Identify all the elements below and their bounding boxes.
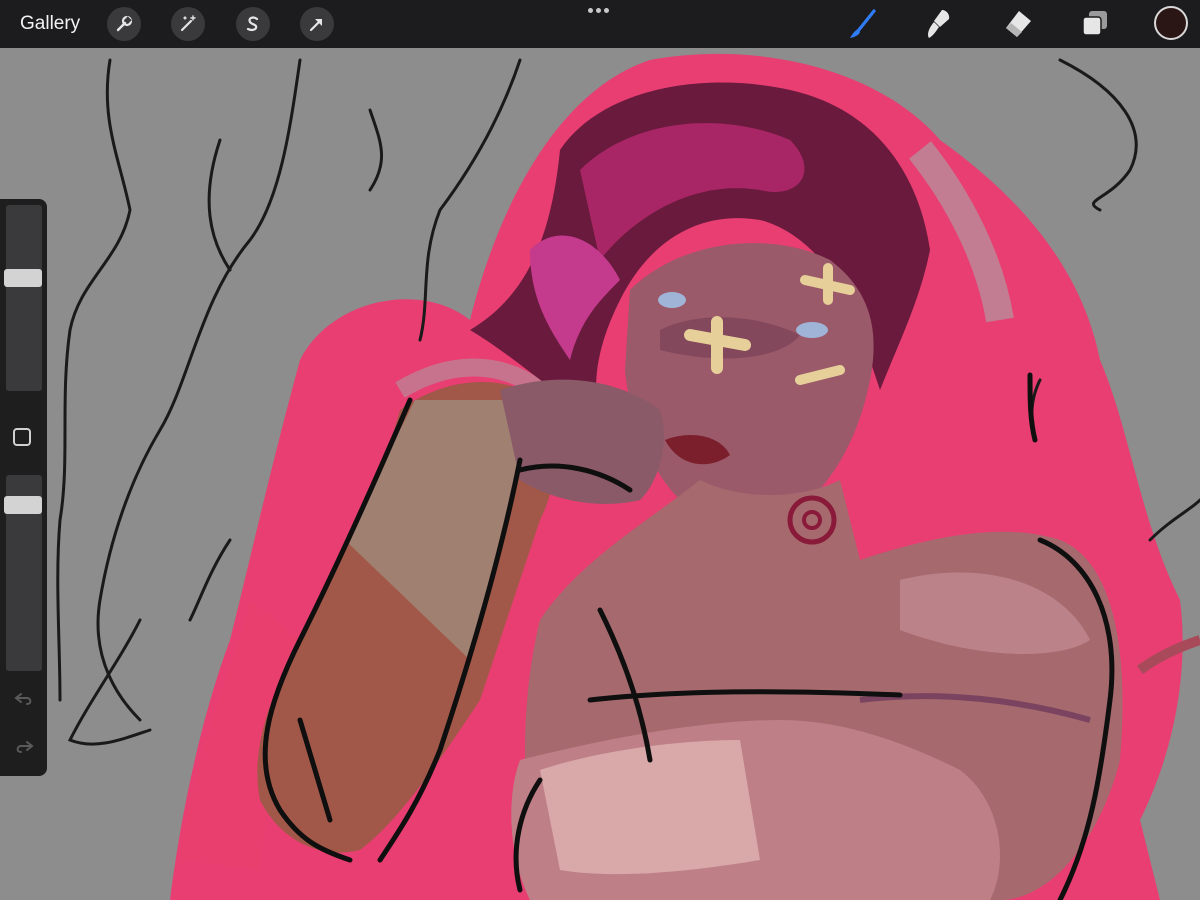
redo-icon [16, 741, 34, 753]
actions-button[interactable] [107, 7, 141, 41]
wrench-icon [116, 15, 133, 32]
gallery-button[interactable]: Gallery [20, 12, 80, 36]
top-toolbar: Gallery [0, 0, 1200, 48]
smudge-icon [928, 10, 950, 38]
transform-arrow-icon [309, 18, 323, 32]
artwork [56, 53, 1200, 900]
left-sidebar [0, 199, 47, 776]
magic-wand-icon [180, 15, 196, 32]
undo-icon [14, 693, 32, 705]
paint-tool-button[interactable] [846, 7, 880, 41]
adjustments-button[interactable] [171, 7, 205, 41]
selection-s-icon [246, 16, 259, 32]
modify-button[interactable] [13, 428, 31, 446]
layers-button[interactable] [1078, 7, 1112, 41]
layers-icon [1082, 11, 1107, 36]
selection-button[interactable] [236, 7, 270, 41]
brush-size-slider[interactable] [4, 205, 42, 391]
brush-icon [850, 9, 876, 38]
undo-button[interactable] [13, 689, 35, 709]
eraser-tool-button[interactable] [1000, 7, 1034, 41]
more-options-handle[interactable] [588, 8, 614, 16]
brush-opacity-thumb[interactable] [4, 496, 42, 514]
brush-opacity-slider[interactable] [4, 475, 42, 671]
drawing-canvas[interactable] [0, 0, 1200, 900]
smudge-tool-button[interactable] [922, 7, 956, 41]
color-picker-swatch[interactable] [1154, 6, 1188, 40]
transform-button[interactable] [300, 7, 334, 41]
eraser-icon [1006, 11, 1031, 37]
redo-button[interactable] [13, 737, 35, 757]
brush-size-thumb[interactable] [4, 269, 42, 287]
